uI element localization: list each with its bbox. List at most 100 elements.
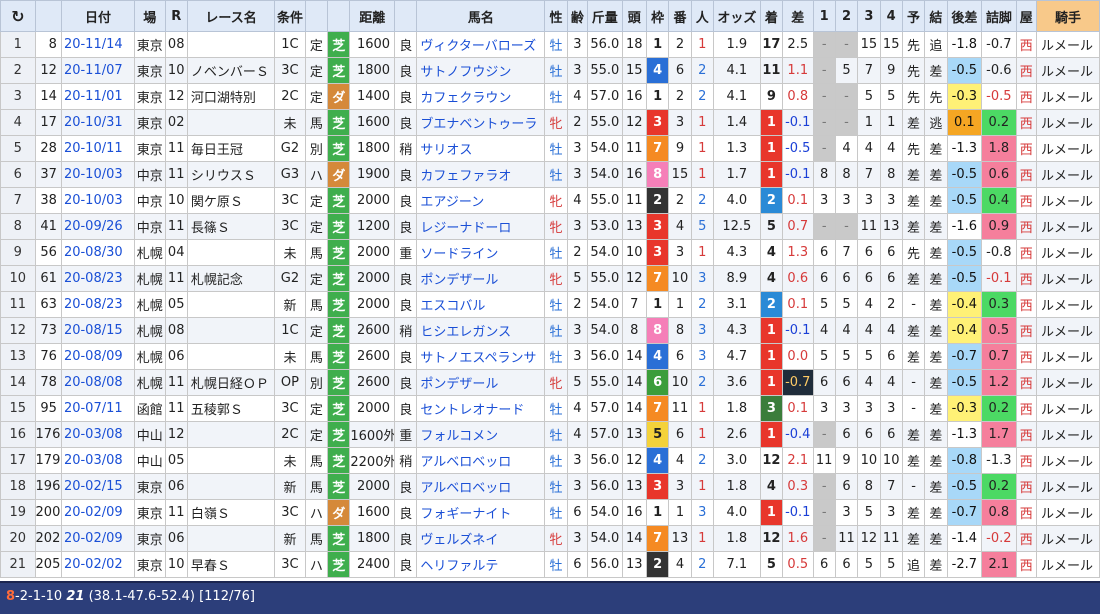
- horse-name[interactable]: ポンデザール: [416, 265, 546, 292]
- col-header-condition[interactable]: [394, 0, 418, 32]
- table-row[interactable]: 21 205 20-02/02 東京 10 早春Ｓ 3C ハ芝 2400 良ヘリファルテ牡 6 56.…: [0, 551, 1100, 578]
- col-header-c3[interactable]: 3: [857, 0, 881, 32]
- table-row[interactable]: 3 14 20-11/01 東京 12 河口湖特別 2C 定ダ 1400 良カフェクラウン牡 4 57…: [0, 83, 1100, 110]
- horse-name[interactable]: カフェクラウン: [416, 83, 546, 110]
- horse-name[interactable]: ヴィクターバローズ: [416, 31, 546, 58]
- race-place: 東京: [134, 551, 166, 578]
- col-header-sex[interactable]: 性: [544, 0, 568, 32]
- col-header-ke[interactable]: 結: [924, 0, 948, 32]
- table-row[interactable]: 19 200 20-02/09 東京 11 白嶺Ｓ 3C ハダ 1600 良フォギーナイト牡 6 54…: [0, 499, 1100, 526]
- col-header-yo[interactable]: 予: [901, 0, 926, 32]
- horse-name[interactable]: ヴェルズネイ: [416, 525, 546, 552]
- horse-name[interactable]: サトノエスペランサ: [416, 343, 546, 370]
- race-date[interactable]: 20-10/11: [60, 135, 136, 162]
- table-row[interactable]: 15 95 20-07/11 函館 11 五稜郭Ｓ 3C 定芝 2000 良セントレオナード牡 4 5…: [0, 395, 1100, 422]
- table-row[interactable]: 1 8 20-11/14 東京 08 1C 定芝 1600 良ヴィクターバローズ牡 3 56.0 18…: [0, 31, 1100, 58]
- col-header-horse[interactable]: 馬名: [416, 0, 546, 32]
- col-header-pop[interactable]: 人: [690, 0, 714, 32]
- race-date[interactable]: 20-07/11: [60, 395, 136, 422]
- col-header-rule[interactable]: [304, 0, 329, 32]
- col-header-r[interactable]: R: [164, 0, 188, 32]
- horse-name[interactable]: アルベロベッロ: [416, 473, 546, 500]
- race-date[interactable]: 20-02/02: [60, 551, 136, 578]
- col-header-heads[interactable]: 頭: [621, 0, 647, 32]
- race-date[interactable]: 20-09/26: [60, 213, 136, 240]
- table-row[interactable]: 14 78 20-08/08 札幌 11 札幌日経ＯＰ OP 別芝 2600 良ポンデザール牝 5 5…: [0, 369, 1100, 396]
- col-header-c4[interactable]: 4: [879, 0, 903, 32]
- table-row[interactable]: 12 73 20-08/15 札幌 08 1C 定芝 2600 稍ヒシエレガンス牡 3 54.0 8 8…: [0, 317, 1100, 344]
- col-header-last3[interactable]: 後差: [946, 0, 983, 32]
- race-date[interactable]: 20-02/09: [60, 499, 136, 526]
- col-header-rank[interactable]: 着: [759, 0, 784, 32]
- race-date[interactable]: 20-10/03: [60, 161, 136, 188]
- horse-name[interactable]: カフェファラオ: [416, 161, 546, 188]
- horse-name[interactable]: ヘリファルテ: [416, 551, 546, 578]
- race-date[interactable]: 20-03/08: [60, 421, 136, 448]
- col-header-odds[interactable]: オッズ: [712, 0, 761, 32]
- refresh-button[interactable]: ↻: [0, 0, 36, 32]
- horse-name[interactable]: セントレオナード: [416, 395, 546, 422]
- table-row[interactable]: 6 37 20-10/03 中京 11 シリウスＳ G3 ハダ 1900 良カフェファラオ牡 3 54…: [0, 161, 1100, 188]
- table-row[interactable]: 5 28 20-10/11 東京 11 毎日王冠 G2 別芝 1800 稍サリオス牡 3 54.0 11…: [0, 135, 1100, 162]
- horse-name[interactable]: ポンデザール: [416, 369, 546, 396]
- col-header-race[interactable]: レース名: [186, 0, 276, 32]
- race-date[interactable]: 20-02/09: [60, 525, 136, 552]
- race-date[interactable]: 20-11/07: [60, 57, 136, 84]
- horse-name[interactable]: フォギーナイト: [416, 499, 546, 526]
- race-date[interactable]: 20-08/23: [60, 291, 136, 318]
- race-date[interactable]: 20-10/31: [60, 109, 136, 136]
- race-date[interactable]: 20-08/08: [60, 369, 136, 396]
- col-header-diff[interactable]: 差: [782, 0, 814, 32]
- horse-name[interactable]: サトノフウジン: [416, 57, 546, 84]
- col-header-c1[interactable]: 1: [812, 0, 836, 32]
- col-header-class[interactable]: 条件: [274, 0, 306, 32]
- horse-name[interactable]: ソードライン: [416, 239, 546, 266]
- table-row[interactable]: 2 12 20-11/07 東京 10 ノベンバーＳ 3C 定芝 1800 良サトノフウジン牡 3 5…: [0, 57, 1100, 84]
- horse-name[interactable]: レジーナドーロ: [416, 213, 546, 240]
- waku-number: 3: [645, 239, 670, 266]
- race-date[interactable]: 20-08/23: [60, 265, 136, 292]
- horse-name[interactable]: ブエナベントゥーラ: [416, 109, 546, 136]
- col-header-distance[interactable]: 距離: [349, 0, 396, 32]
- col-header-yane[interactable]: 屋: [1015, 0, 1037, 32]
- race-date[interactable]: 20-11/01: [60, 83, 136, 110]
- horse-name[interactable]: アルベロベッロ: [416, 447, 546, 474]
- horse-name[interactable]: ヒシエレガンス: [416, 317, 546, 344]
- table-row[interactable]: 4 17 20-10/31 東京 02 未馬芝 1600 良ブエナベントゥーラ牝 2 55.0 12…: [0, 109, 1100, 136]
- table-row[interactable]: 8 41 20-09/26 中京 11 長篠Ｓ 3C 定芝 1200 良レジーナドーロ牝 3 53.0…: [0, 213, 1100, 240]
- race-date[interactable]: 20-10/03: [60, 187, 136, 214]
- col-header-weight[interactable]: 斤量: [587, 0, 623, 32]
- table-row[interactable]: 7 38 20-10/03 中京 10 関ケ原Ｓ 3C 定芝 2000 良エアジーン牝 4 55.0 1…: [0, 187, 1100, 214]
- table-row[interactable]: 13 76 20-08/09 札幌 06 未馬芝 2600 良サトノエスペランサ牡 3 56.0 1…: [0, 343, 1100, 370]
- horse-name[interactable]: エアジーン: [416, 187, 546, 214]
- race-date[interactable]: 20-08/15: [60, 317, 136, 344]
- table-row[interactable]: 18 196 20-02/15 東京 06 新馬芝 2000 良アルベロベッロ牡 3 56.0 13…: [0, 473, 1100, 500]
- table-row[interactable]: 16 176 20-03/08 中山 12 2C 定芝 1600外重フォルコメン牡 4 57.0 1…: [0, 421, 1100, 448]
- col-header-place[interactable]: 場: [134, 0, 166, 32]
- col-header-date[interactable]: 日付: [60, 0, 136, 32]
- finish-rank: 3: [759, 395, 784, 422]
- table-row[interactable]: 20 202 20-02/09 東京 06 新馬芝 1800 良ヴェルズネイ牝 3 54.0 14 7…: [0, 525, 1100, 552]
- race-date[interactable]: 20-03/08: [60, 447, 136, 474]
- table-row[interactable]: 11 63 20-08/23 札幌 05 新馬芝 2000 良エスコバル牡 2 54.0 7 1 1 2 3…: [0, 291, 1100, 318]
- race-date[interactable]: 20-11/14: [60, 31, 136, 58]
- col-header-age[interactable]: 齢: [566, 0, 589, 32]
- race-date[interactable]: 20-08/30: [60, 239, 136, 266]
- popularity: 2: [690, 447, 714, 474]
- col-header-c2[interactable]: 2: [834, 0, 859, 32]
- last3f-diff: -2.7: [946, 551, 983, 578]
- col-header-umaban[interactable]: 番: [668, 0, 692, 32]
- col-header-waku[interactable]: 枠: [645, 0, 670, 32]
- table-row[interactable]: 9 56 20-08/30 札幌 04 未馬芝 2000 重ソードライン牡 2 54.0 10 3 3 1…: [0, 239, 1100, 266]
- table-row[interactable]: 10 61 20-08/23 札幌 11 札幌記念 G2 定芝 2000 良ポンデザール牝 5 55.…: [0, 265, 1100, 292]
- horse-name[interactable]: サリオス: [416, 135, 546, 162]
- col-header-num[interactable]: [34, 0, 62, 32]
- table-row[interactable]: 17 179 20-03/08 中山 05 未馬芝 2200外稍アルベロベッロ牡 3 56.0 1…: [0, 447, 1100, 474]
- race-date[interactable]: 20-08/09: [60, 343, 136, 370]
- col-header-jockey[interactable]: 騎手: [1035, 0, 1100, 32]
- horse-name[interactable]: エスコバル: [416, 291, 546, 318]
- col-header-surface[interactable]: [327, 0, 351, 32]
- col-header-tsume[interactable]: 詰脚: [981, 0, 1017, 32]
- horse-name[interactable]: フォルコメン: [416, 421, 546, 448]
- race-date[interactable]: 20-02/15: [60, 473, 136, 500]
